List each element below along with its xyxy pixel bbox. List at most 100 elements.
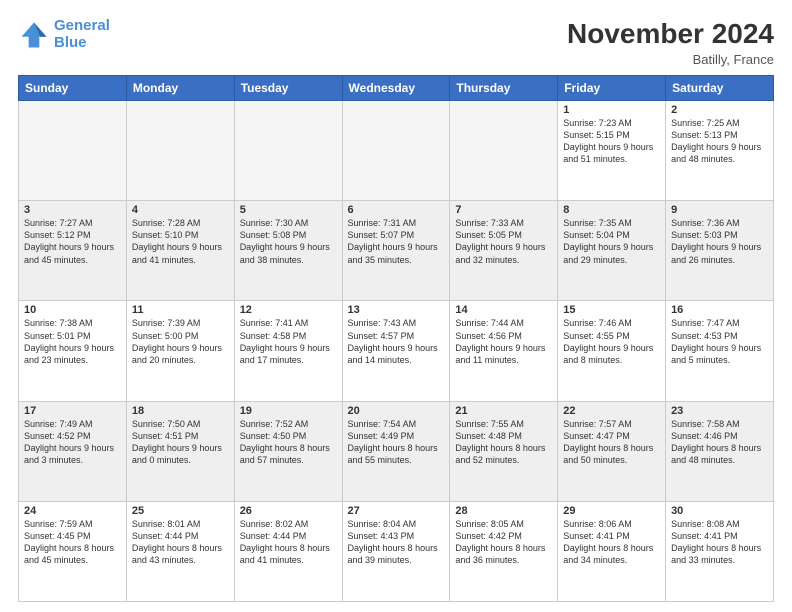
header-wednesday: Wednesday	[342, 76, 450, 101]
day-number: 17	[24, 405, 121, 417]
daylight-label: Daylight hours 8 hours and 57 minutes.	[240, 443, 330, 465]
daylight-label: Daylight hours 9 hours and 29 minutes.	[563, 242, 653, 264]
sunset-label: Sunset: 5:00 PM	[132, 331, 199, 341]
daylight-label: Daylight hours 9 hours and 5 minutes.	[671, 343, 761, 365]
sunrise-label: Sunrise: 8:06 AM	[563, 519, 632, 529]
day-info: Sunrise: 8:06 AMSunset: 4:41 PMDaylight …	[563, 518, 660, 567]
sunrise-label: Sunrise: 7:41 AM	[240, 318, 309, 328]
day-number: 12	[240, 304, 337, 316]
calendar-day-cell: 23Sunrise: 7:58 AMSunset: 4:46 PMDayligh…	[666, 401, 774, 501]
header-tuesday: Tuesday	[234, 76, 342, 101]
day-number: 16	[671, 304, 768, 316]
sunset-label: Sunset: 5:03 PM	[671, 230, 738, 240]
calendar-day-cell: 15Sunrise: 7:46 AMSunset: 4:55 PMDayligh…	[558, 301, 666, 401]
day-info: Sunrise: 7:52 AMSunset: 4:50 PMDaylight …	[240, 418, 337, 467]
sunset-label: Sunset: 4:46 PM	[671, 431, 738, 441]
daylight-label: Daylight hours 9 hours and 35 minutes.	[348, 242, 438, 264]
daylight-label: Daylight hours 9 hours and 14 minutes.	[348, 343, 438, 365]
day-number: 6	[348, 204, 445, 216]
daylight-label: Daylight hours 8 hours and 33 minutes.	[671, 543, 761, 565]
sunrise-label: Sunrise: 7:44 AM	[455, 318, 524, 328]
sunrise-label: Sunrise: 7:52 AM	[240, 419, 309, 429]
day-info: Sunrise: 8:01 AMSunset: 4:44 PMDaylight …	[132, 518, 229, 567]
sunset-label: Sunset: 5:01 PM	[24, 331, 91, 341]
sunrise-label: Sunrise: 8:08 AM	[671, 519, 740, 529]
location: Batilly, France	[567, 52, 774, 67]
day-info: Sunrise: 7:59 AMSunset: 4:45 PMDaylight …	[24, 518, 121, 567]
day-number: 8	[563, 204, 660, 216]
sunrise-label: Sunrise: 7:30 AM	[240, 218, 309, 228]
calendar-week-row: 17Sunrise: 7:49 AMSunset: 4:52 PMDayligh…	[19, 401, 774, 501]
header: General Blue November 2024 Batilly, Fran…	[18, 18, 774, 67]
daylight-label: Daylight hours 9 hours and 32 minutes.	[455, 242, 545, 264]
daylight-label: Daylight hours 8 hours and 50 minutes.	[563, 443, 653, 465]
calendar-day-cell: 6Sunrise: 7:31 AMSunset: 5:07 PMDaylight…	[342, 201, 450, 301]
calendar-week-row: 24Sunrise: 7:59 AMSunset: 4:45 PMDayligh…	[19, 501, 774, 601]
day-number: 4	[132, 204, 229, 216]
calendar-day-cell: 24Sunrise: 7:59 AMSunset: 4:45 PMDayligh…	[19, 501, 127, 601]
calendar-day-cell: 19Sunrise: 7:52 AMSunset: 4:50 PMDayligh…	[234, 401, 342, 501]
daylight-label: Daylight hours 9 hours and 41 minutes.	[132, 242, 222, 264]
logo-general: General	[54, 17, 110, 34]
sunset-label: Sunset: 4:56 PM	[455, 331, 522, 341]
sunrise-label: Sunrise: 7:47 AM	[671, 318, 740, 328]
daylight-label: Daylight hours 8 hours and 43 minutes.	[132, 543, 222, 565]
weekday-header-row: Sunday Monday Tuesday Wednesday Thursday…	[19, 76, 774, 101]
day-number: 19	[240, 405, 337, 417]
day-info: Sunrise: 7:33 AMSunset: 5:05 PMDaylight …	[455, 217, 552, 266]
calendar-day-cell: 17Sunrise: 7:49 AMSunset: 4:52 PMDayligh…	[19, 401, 127, 501]
sunset-label: Sunset: 4:43 PM	[348, 531, 415, 541]
sunrise-label: Sunrise: 7:57 AM	[563, 419, 632, 429]
day-info: Sunrise: 8:08 AMSunset: 4:41 PMDaylight …	[671, 518, 768, 567]
calendar-day-cell: 5Sunrise: 7:30 AMSunset: 5:08 PMDaylight…	[234, 201, 342, 301]
day-number: 14	[455, 304, 552, 316]
calendar-day-cell: 26Sunrise: 8:02 AMSunset: 4:44 PMDayligh…	[234, 501, 342, 601]
daylight-label: Daylight hours 9 hours and 8 minutes.	[563, 343, 653, 365]
daylight-label: Daylight hours 8 hours and 52 minutes.	[455, 443, 545, 465]
calendar-day-cell: 22Sunrise: 7:57 AMSunset: 4:47 PMDayligh…	[558, 401, 666, 501]
daylight-label: Daylight hours 9 hours and 48 minutes.	[671, 142, 761, 164]
calendar-table: Sunday Monday Tuesday Wednesday Thursday…	[18, 75, 774, 602]
page: General Blue November 2024 Batilly, Fran…	[0, 0, 792, 612]
daylight-label: Daylight hours 9 hours and 51 minutes.	[563, 142, 653, 164]
day-info: Sunrise: 7:23 AMSunset: 5:15 PMDaylight …	[563, 117, 660, 166]
day-number: 9	[671, 204, 768, 216]
day-info: Sunrise: 7:27 AMSunset: 5:12 PMDaylight …	[24, 217, 121, 266]
sunrise-label: Sunrise: 7:49 AM	[24, 419, 93, 429]
calendar-day-cell: 9Sunrise: 7:36 AMSunset: 5:03 PMDaylight…	[666, 201, 774, 301]
title-block: November 2024 Batilly, France	[567, 18, 774, 67]
header-thursday: Thursday	[450, 76, 558, 101]
sunrise-label: Sunrise: 7:55 AM	[455, 419, 524, 429]
sunset-label: Sunset: 4:47 PM	[563, 431, 630, 441]
sunrise-label: Sunrise: 7:43 AM	[348, 318, 417, 328]
sunrise-label: Sunrise: 7:23 AM	[563, 118, 632, 128]
sunset-label: Sunset: 4:51 PM	[132, 431, 199, 441]
day-info: Sunrise: 7:58 AMSunset: 4:46 PMDaylight …	[671, 418, 768, 467]
calendar-day-cell	[234, 101, 342, 201]
logo-icon	[18, 19, 50, 51]
daylight-label: Daylight hours 9 hours and 23 minutes.	[24, 343, 114, 365]
sunset-label: Sunset: 4:55 PM	[563, 331, 630, 341]
sunset-label: Sunset: 5:04 PM	[563, 230, 630, 240]
header-sunday: Sunday	[19, 76, 127, 101]
day-number: 29	[563, 505, 660, 517]
sunset-label: Sunset: 4:53 PM	[671, 331, 738, 341]
calendar-day-cell: 13Sunrise: 7:43 AMSunset: 4:57 PMDayligh…	[342, 301, 450, 401]
calendar-day-cell	[450, 101, 558, 201]
sunrise-label: Sunrise: 8:05 AM	[455, 519, 524, 529]
day-info: Sunrise: 8:02 AMSunset: 4:44 PMDaylight …	[240, 518, 337, 567]
sunrise-label: Sunrise: 7:58 AM	[671, 419, 740, 429]
sunset-label: Sunset: 4:57 PM	[348, 331, 415, 341]
calendar-day-cell: 8Sunrise: 7:35 AMSunset: 5:04 PMDaylight…	[558, 201, 666, 301]
day-info: Sunrise: 7:49 AMSunset: 4:52 PMDaylight …	[24, 418, 121, 467]
sunset-label: Sunset: 5:08 PM	[240, 230, 307, 240]
day-number: 20	[348, 405, 445, 417]
day-number: 23	[671, 405, 768, 417]
sunset-label: Sunset: 4:41 PM	[563, 531, 630, 541]
sunset-label: Sunset: 4:44 PM	[132, 531, 199, 541]
day-info: Sunrise: 7:44 AMSunset: 4:56 PMDaylight …	[455, 317, 552, 366]
day-number: 18	[132, 405, 229, 417]
day-number: 24	[24, 505, 121, 517]
sunset-label: Sunset: 5:07 PM	[348, 230, 415, 240]
day-number: 3	[24, 204, 121, 216]
